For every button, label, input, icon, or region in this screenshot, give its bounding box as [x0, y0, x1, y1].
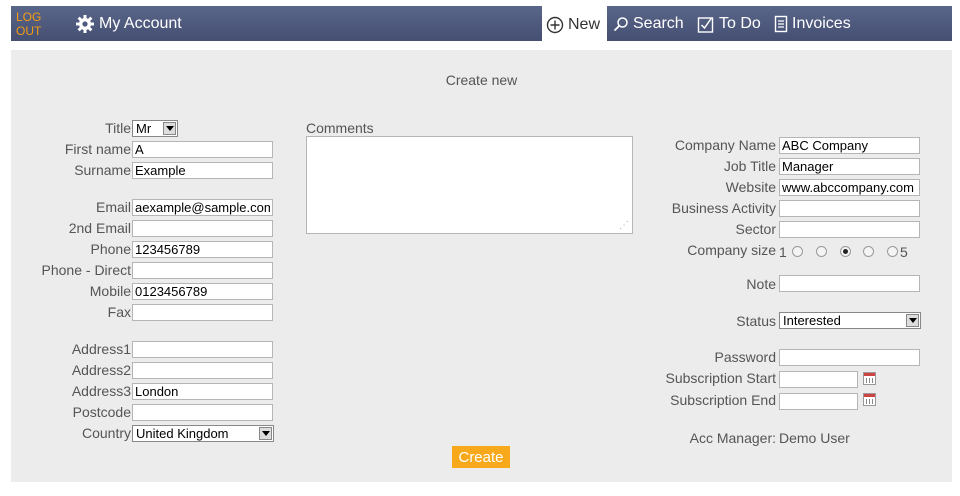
- company-size-radio-4[interactable]: [863, 246, 874, 257]
- note-label: Note: [746, 276, 776, 292]
- magnifier-icon: [613, 16, 628, 31]
- subscription-start-label: Subscription Start: [665, 370, 777, 386]
- email2-field[interactable]: [132, 220, 273, 237]
- company-size-max: 5: [900, 244, 908, 260]
- email-label: Email: [95, 199, 131, 215]
- title-label: Title: [105, 120, 131, 136]
- calendar-icon[interactable]: [863, 372, 876, 385]
- company-size-min: 1: [779, 244, 787, 260]
- company-size-radio-5[interactable]: [887, 246, 898, 257]
- website-label: Website: [725, 179, 776, 195]
- phone-direct-label: Phone - Direct: [41, 262, 131, 278]
- status-select-value: Interested: [783, 313, 841, 328]
- logout-line1: LOG: [16, 9, 42, 24]
- title-select-value: Mr: [136, 121, 152, 136]
- surname-label: Surname: [74, 162, 131, 178]
- surname-field[interactable]: [132, 162, 273, 179]
- company-size-radio-3[interactable]: [840, 246, 851, 257]
- nav-search-label: Search: [633, 14, 684, 32]
- mobile-field[interactable]: [132, 283, 273, 300]
- job-title-label: Job Title: [723, 158, 776, 174]
- subscription-end-field[interactable]: [779, 393, 858, 410]
- comments-textarea[interactable]: [306, 136, 633, 234]
- address3-field[interactable]: [132, 383, 273, 400]
- acc-manager-value: Demo User: [779, 430, 850, 446]
- address1-field[interactable]: [132, 341, 273, 358]
- password-label: Password: [714, 349, 776, 365]
- sector-field[interactable]: [779, 221, 920, 238]
- company-size-radio-2[interactable]: [816, 246, 827, 257]
- address2-label: Address2: [71, 362, 131, 378]
- first-name-label: First name: [64, 141, 131, 157]
- country-label: Country: [81, 425, 131, 441]
- business-activity-label: Business Activity: [671, 200, 776, 216]
- document-icon: [774, 15, 788, 32]
- email2-label: 2nd Email: [68, 220, 131, 236]
- nav-todo-label: To Do: [719, 14, 761, 32]
- company-name-field[interactable]: [779, 137, 920, 154]
- chevron-down-icon: [259, 427, 272, 440]
- subscription-start-field[interactable]: [779, 371, 858, 388]
- nav-new-tab[interactable]: New: [542, 6, 607, 43]
- gear-icon: [76, 14, 94, 33]
- phone-direct-field[interactable]: [132, 262, 273, 279]
- status-select[interactable]: Interested: [779, 312, 921, 329]
- logout-line2: OUT: [16, 23, 42, 38]
- fax-field[interactable]: [132, 304, 273, 321]
- subscription-end-label: Subscription End: [670, 392, 776, 408]
- page-title: Create new: [445, 72, 518, 88]
- first-name-field[interactable]: [132, 141, 273, 158]
- checkbox-icon: [697, 16, 714, 33]
- postcode-field[interactable]: [132, 404, 273, 421]
- my-account-link[interactable]: My Account: [75, 6, 182, 41]
- note-field[interactable]: [779, 275, 920, 292]
- chevron-down-icon: [906, 314, 919, 327]
- address3-label: Address3: [71, 383, 131, 399]
- phone-field[interactable]: [132, 241, 273, 258]
- business-activity-field[interactable]: [779, 200, 920, 217]
- address2-field[interactable]: [132, 362, 273, 379]
- plus-circle-icon: [546, 16, 564, 33]
- country-select-value: United Kingdom: [136, 426, 229, 441]
- address1-label: Address1: [71, 341, 131, 357]
- my-account-label: My Account: [99, 14, 182, 32]
- job-title-field[interactable]: [779, 158, 920, 175]
- mobile-label: Mobile: [89, 283, 131, 299]
- sector-label: Sector: [735, 221, 776, 237]
- fax-label: Fax: [107, 304, 131, 320]
- top-nav: LOG OUT My Account New Search To Do Invo…: [11, 6, 952, 43]
- chevron-down-icon: [163, 122, 176, 135]
- comments-label: Comments: [306, 120, 374, 136]
- logout-button[interactable]: LOG OUT: [16, 6, 48, 41]
- country-select[interactable]: United Kingdom: [132, 425, 274, 442]
- phone-label: Phone: [90, 241, 131, 257]
- title-select[interactable]: Mr: [132, 120, 178, 137]
- nav-new-label: New: [568, 15, 601, 33]
- company-size-radio-1[interactable]: [792, 246, 803, 257]
- nav-search-tab[interactable]: Search: [613, 6, 684, 41]
- create-button[interactable]: Create: [452, 446, 510, 468]
- resize-grip-icon[interactable]: ⋰: [619, 220, 631, 232]
- acc-manager-label: Acc Manager:: [689, 430, 776, 446]
- calendar-icon[interactable]: [863, 393, 876, 406]
- postcode-label: Postcode: [72, 404, 131, 420]
- company-name-label: Company Name: [674, 137, 776, 153]
- create-form-panel: Create new Title Mr First name Surname E…: [11, 50, 952, 482]
- email-field[interactable]: [132, 199, 273, 216]
- nav-todo-tab[interactable]: To Do: [697, 6, 761, 41]
- company-size-label: Company size: [687, 242, 776, 258]
- website-field[interactable]: [779, 179, 920, 196]
- password-field[interactable]: [779, 349, 920, 366]
- status-label: Status: [736, 313, 776, 329]
- nav-invoices-label: Invoices: [792, 14, 851, 32]
- nav-invoices-tab[interactable]: Invoices: [774, 6, 851, 41]
